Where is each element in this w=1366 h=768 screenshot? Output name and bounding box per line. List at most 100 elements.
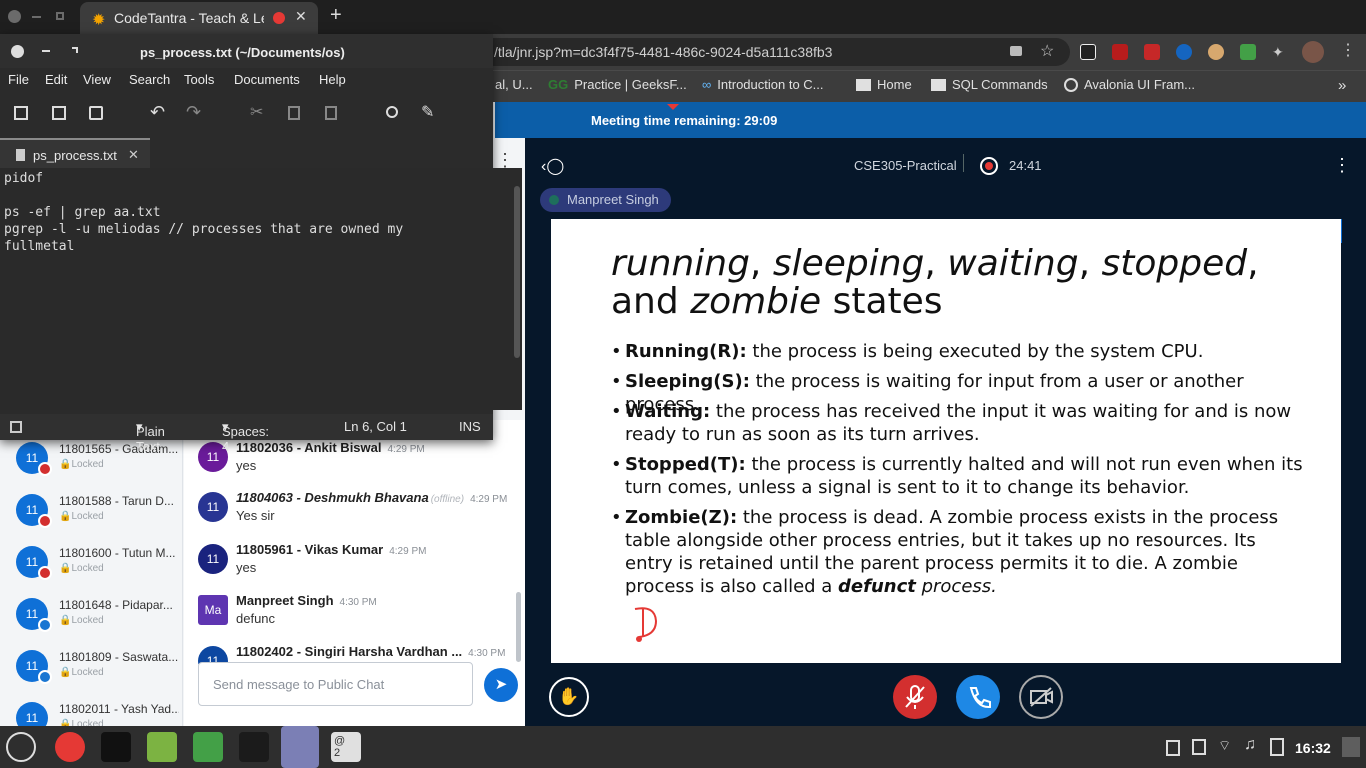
phone-audio-button[interactable] [956,675,1000,719]
save-icon[interactable] [89,106,103,120]
mic-muted-icon [38,566,52,580]
headphones-icon [38,670,52,684]
more-bookmarks-button[interactable]: » [1338,77,1346,94]
new-tab-button[interactable]: + [330,4,342,27]
close-tab-icon[interactable]: ✕ [295,8,307,25]
close-window-icon[interactable] [8,10,21,23]
tab-ps-process[interactable]: ps_process.txt ✕ [0,138,150,168]
cookie-icon[interactable] [1208,44,1224,60]
bookmark-item[interactable]: SQL Commands [931,77,1048,92]
find-replace-icon[interactable]: ✎ [421,102,434,122]
user-list-item[interactable]: 11 11801648 - Pidapar... 🔒Locked [16,598,181,648]
send-message-button[interactable]: ➤ [484,668,518,702]
close-tab-icon[interactable]: ✕ [128,147,139,163]
paste-icon[interactable] [325,106,337,120]
sound-icon[interactable]: ♫ [1244,736,1256,754]
tab-title: CodeTantra - Teach & Lea [114,10,264,26]
session-name: CSE305-Practical [854,158,957,173]
terminal-icon[interactable] [101,732,131,762]
copy-icon[interactable] [288,106,300,120]
update-shield-icon[interactable] [1166,740,1180,756]
close-window-icon[interactable] [11,45,24,58]
battery-icon[interactable] [1270,738,1284,756]
tab-width-selector[interactable]: Spaces: 4 ▾ [222,419,269,454]
user-list-item[interactable]: 11 11801600 - Tutun M... 🔒Locked [16,546,181,596]
files-icon[interactable] [147,732,177,762]
lock-status: 🔒Locked [59,563,104,574]
workspace-switcher-icon[interactable]: @2 [331,732,361,762]
text-editor[interactable]: pidof ps -ef | grep aa.txt pgrep -l -u m… [0,168,522,410]
recording-icon[interactable] [980,157,998,175]
redo-icon[interactable]: ↷ [186,102,201,123]
menu-search[interactable]: Search [129,72,170,87]
insert-mode: INS [459,419,481,434]
ublock-icon[interactable] [1112,44,1128,60]
presentation-slide: running, sleeping, waiting, stopped, and… [551,219,1341,663]
user-list-item[interactable]: 11 11801588 - Tarun D... 🔒Locked [16,494,181,544]
user-list-item[interactable]: 11 11801809 - Saswata... 🔒Locked [16,650,181,700]
menu-launcher-icon[interactable] [6,732,36,762]
cut-icon[interactable]: ✂ [250,102,263,122]
shield-icon[interactable] [193,732,223,762]
extension-icon[interactable] [1080,44,1096,60]
editor-scrollbar[interactable] [514,186,520,358]
language-selector[interactable]: Plain Text ▾ [136,419,165,454]
gedit-window: ps_process.txt (~/Documents/os) File Edi… [0,34,522,454]
chat-scrollbar[interactable] [516,592,521,662]
menu-view[interactable]: View [83,72,111,87]
menu-documents[interactable]: Documents [234,72,300,87]
slide-title: running, sleeping, waiting, stopped, and… [611,243,1259,322]
profile-avatar[interactable] [1302,41,1324,63]
toggle-userlist-icon[interactable]: ‹◯ [541,156,564,176]
bookmark-item[interactable]: al, U... [495,77,533,92]
undo-icon[interactable]: ↶ [150,102,165,123]
bookmark-item[interactable]: Home [856,77,912,92]
camera-in-use-icon[interactable] [1010,46,1022,56]
side-panel-icon[interactable] [10,421,22,433]
minimize-window-icon[interactable] [42,50,50,52]
wifi-icon[interactable]: ⌔ [1218,737,1231,755]
extension-icon[interactable] [1176,44,1192,60]
clipboard-icon[interactable] [1192,739,1206,755]
extension-icon[interactable] [1240,44,1256,60]
raise-hand-button[interactable]: ✋ [549,677,589,717]
statusbar: Plain Text ▾ Spaces: 4 ▾ Ln 6, Col 1 INS [0,414,493,454]
maximize-window-icon[interactable] [56,12,64,20]
bookmark-item[interactable]: Avalonia UI Fram... [1064,77,1195,92]
address-bar[interactable]: /tla/jnr.jsp?m=dc3f4f75-4481-486c-9024-d… [480,38,1070,66]
gedit-taskbar-icon[interactable] [281,726,319,768]
chrome-icon[interactable] [55,732,85,762]
gedit-toolbar: ↶ ↷ ✂ ✎ [0,98,493,132]
text-file-icon [16,149,25,161]
mic-muted-icon [38,514,52,528]
lock-status: 🔒Locked [59,459,104,470]
minimize-window-icon[interactable] [32,16,41,18]
show-desktop-icon[interactable] [1342,737,1360,757]
open-document-icon[interactable] [52,106,66,120]
chat-message-input[interactable]: Send message to Public Chat [198,662,473,706]
camera-off-icon [1030,687,1053,707]
new-document-icon[interactable] [14,106,28,120]
menu-tools[interactable]: Tools [184,72,214,87]
search-icon[interactable] [386,106,398,118]
meeting-time-banner: Meeting time remaining: 29:09 [495,102,1366,138]
extension-icon[interactable] [1144,44,1160,60]
extensions-puzzle-icon[interactable]: ✦ [1272,44,1288,60]
browser-menu-icon[interactable]: ⋮ [1340,40,1356,60]
menu-edit[interactable]: Edit [45,72,67,87]
bookmark-item[interactable]: ∞ Introduction to C... [702,77,824,92]
maximize-window-icon[interactable] [72,47,78,53]
headphones-icon [38,618,52,632]
bookmark-item[interactable]: GG Practice | GeeksF... [548,77,687,92]
clock[interactable]: 16:32 [1295,740,1331,756]
slide-bullet: Stopped(T): the process is currently hal… [611,453,1305,499]
share-webcam-button[interactable] [1019,675,1063,719]
unmute-mic-button[interactable] [893,675,937,719]
menu-help[interactable]: Help [319,72,346,87]
menu-file[interactable]: File [8,72,29,87]
options-menu-icon[interactable]: ⋮ [1333,155,1351,176]
tab-codetantra[interactable]: ✹ CodeTantra - Teach & Lea ✕ [80,2,318,34]
bookmark-star-icon[interactable]: ☆ [1040,41,1054,61]
system-monitor-icon[interactable] [239,732,269,762]
folder-icon [931,78,946,91]
